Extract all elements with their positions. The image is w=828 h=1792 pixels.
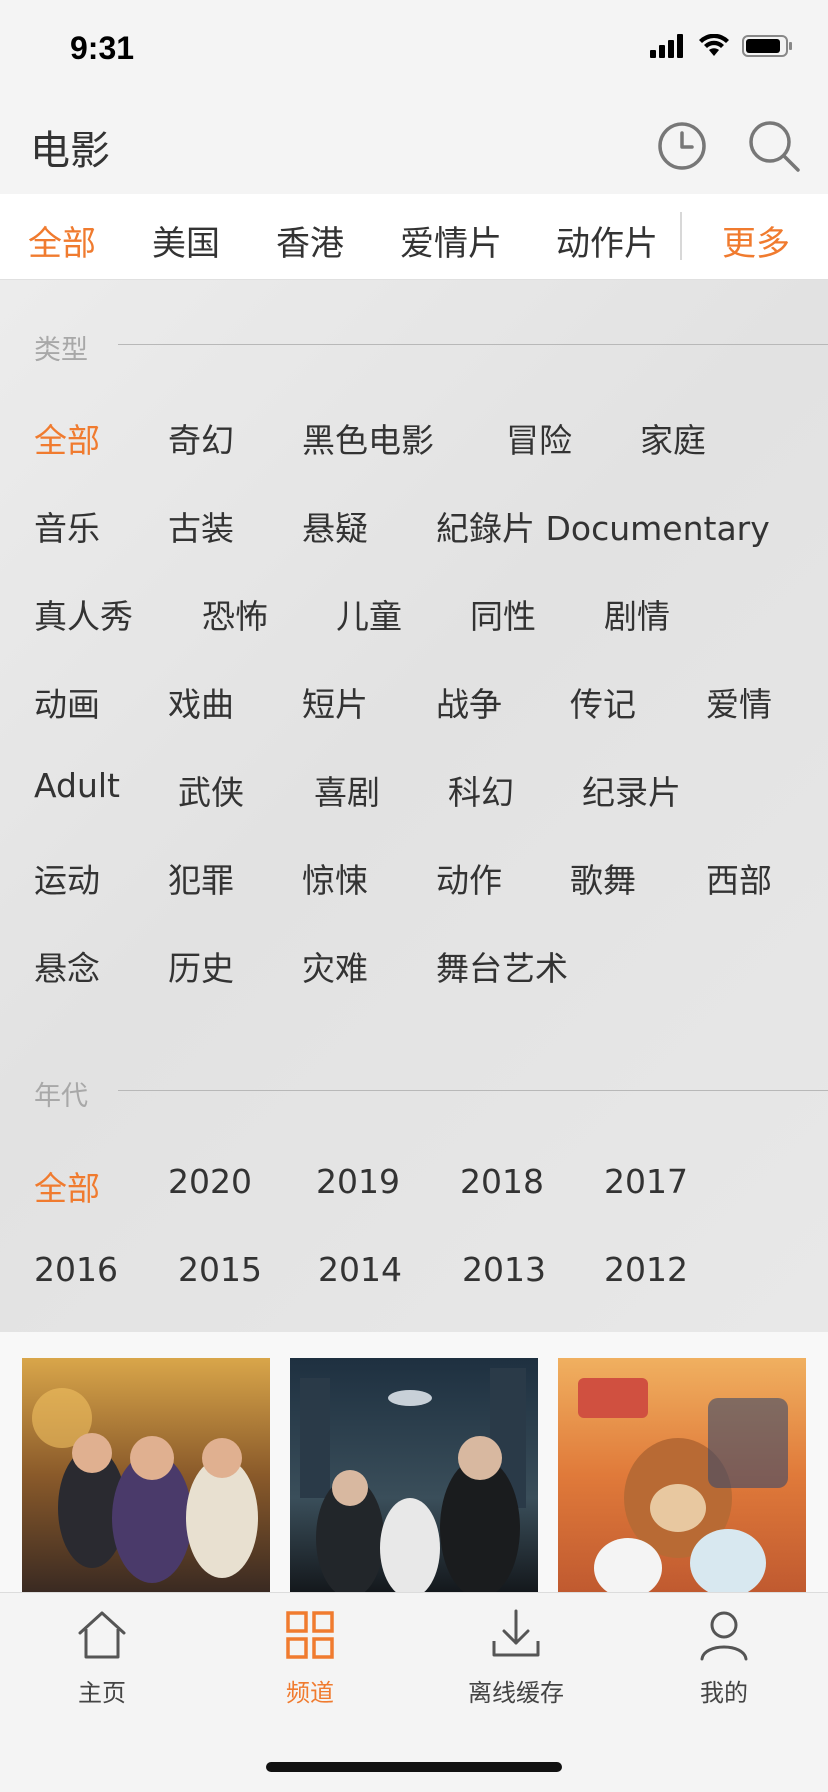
genre-chip[interactable]: 运动	[34, 854, 100, 902]
genre-chip[interactable]: 惊悚	[302, 854, 368, 902]
search-icon[interactable]	[746, 118, 802, 174]
genre-chip[interactable]: 奇幻	[168, 414, 234, 462]
genre-chip[interactable]: 犯罪	[168, 854, 234, 902]
year-chip[interactable]: 2016	[34, 1250, 118, 1289]
bottom-tab-label: 主页	[78, 1679, 126, 1707]
genre-chip[interactable]: 紀錄片 Documentary	[436, 502, 770, 550]
download-icon	[492, 1609, 540, 1657]
bottom-tab-label: 频道	[286, 1679, 334, 1707]
movie-poster[interactable]	[290, 1358, 538, 1592]
movie-poster-image	[22, 1358, 270, 1592]
genre-chip[interactable]: 同性	[470, 590, 536, 638]
genre-section-divider	[118, 344, 828, 345]
year-chip[interactable]: 2019	[316, 1162, 400, 1201]
genre-chip[interactable]: 全部	[34, 414, 100, 462]
grid-icon	[286, 1611, 334, 1659]
year-chip[interactable]: 2020	[168, 1162, 252, 1201]
genre-chip[interactable]: 恐怖	[202, 590, 268, 638]
year-chip[interactable]: 2013	[462, 1250, 546, 1289]
year-section-divider	[118, 1090, 828, 1091]
genre-chip[interactable]: 悬念	[34, 942, 100, 990]
more-button[interactable]: 更多	[722, 216, 790, 265]
status-icons	[650, 34, 794, 58]
wifi-icon	[699, 34, 729, 56]
home-indicator	[266, 1762, 562, 1772]
genre-chip[interactable]: 喜剧	[314, 766, 380, 814]
genre-chip[interactable]: 戏曲	[168, 678, 234, 726]
genre-chip[interactable]: 悬疑	[302, 502, 368, 550]
year-chip[interactable]: 2018	[460, 1162, 544, 1201]
genre-chip[interactable]: Adult	[34, 766, 120, 805]
genre-chip[interactable]: 家庭	[640, 414, 706, 462]
year-chip[interactable]: 2014	[318, 1250, 402, 1289]
genre-chip[interactable]: 剧情	[604, 590, 670, 638]
year-chip[interactable]: 2017	[604, 1162, 688, 1201]
genre-chip[interactable]: 短片	[302, 678, 368, 726]
genre-chip[interactable]: 爱情	[706, 678, 772, 726]
nav-bar: 电影	[0, 100, 828, 194]
year-section-title: 年代	[34, 1081, 88, 1112]
genre-chip[interactable]: 战争	[436, 678, 502, 726]
tab-divider	[680, 212, 682, 260]
poster-strip	[0, 1332, 828, 1592]
genre-chip[interactable]: 舞台艺术	[436, 942, 568, 990]
category-tabs: 全部 美国 香港 爱情片 动作片 更多	[0, 194, 828, 280]
genre-chip[interactable]: 灾难	[302, 942, 368, 990]
genre-chip[interactable]: 动作	[436, 854, 502, 902]
genre-chip[interactable]: 武侠	[178, 766, 244, 814]
filter-panel: 类型 全部 奇幻 黑色电影 冒险 家庭 音乐 古装 悬疑 紀錄片 Documen…	[0, 280, 828, 1332]
genre-chip[interactable]: 冒险	[506, 414, 572, 462]
genre-section-title: 类型	[34, 335, 88, 366]
page-title: 电影	[30, 128, 110, 174]
tab-all[interactable]: 全部	[28, 216, 96, 265]
bottom-tab-label: 我的	[700, 1679, 748, 1707]
movie-poster-image	[290, 1358, 538, 1592]
home-icon	[78, 1611, 126, 1659]
bottom-tab-home[interactable]: 主页	[22, 1607, 182, 1708]
year-chip[interactable]: 2012	[604, 1250, 688, 1289]
tab-romance[interactable]: 爱情片	[400, 216, 502, 265]
genre-chip[interactable]: 真人秀	[34, 590, 133, 638]
bottom-tab-label: 离线缓存	[468, 1679, 564, 1707]
year-chip[interactable]: 全部	[34, 1162, 100, 1210]
year-chip[interactable]: 2015	[178, 1250, 262, 1289]
history-icon[interactable]	[654, 118, 710, 174]
genre-chip[interactable]: 儿童	[336, 590, 402, 638]
movie-poster-image	[558, 1358, 806, 1592]
status-bar: 9:31	[0, 0, 828, 100]
genre-chip[interactable]: 动画	[34, 678, 100, 726]
genre-chip[interactable]: 纪录片	[582, 766, 681, 814]
bottom-tab-offline[interactable]: 离线缓存	[436, 1607, 596, 1708]
tab-action[interactable]: 动作片	[556, 216, 658, 265]
bottom-tab-me[interactable]: 我的	[644, 1607, 804, 1708]
user-icon	[700, 1611, 748, 1661]
movie-poster[interactable]	[22, 1358, 270, 1592]
tab-hongkong[interactable]: 香港	[276, 216, 344, 265]
genre-chip[interactable]: 西部	[706, 854, 772, 902]
genre-chip[interactable]: 歌舞	[570, 854, 636, 902]
genre-chip[interactable]: 传记	[570, 678, 636, 726]
genre-chip[interactable]: 黑色电影	[302, 414, 434, 462]
genre-chip[interactable]: 科幻	[448, 766, 514, 814]
battery-icon	[742, 35, 792, 57]
cellular-signal-icon	[650, 34, 683, 58]
status-time: 9:31	[70, 30, 135, 66]
genre-chip[interactable]: 音乐	[34, 502, 100, 550]
bottom-tab-channels[interactable]: 频道	[230, 1607, 390, 1708]
movie-poster[interactable]	[558, 1358, 806, 1592]
genre-chip[interactable]: 历史	[168, 942, 234, 990]
genre-chip[interactable]: 古装	[168, 502, 234, 550]
tab-usa[interactable]: 美国	[152, 216, 220, 265]
